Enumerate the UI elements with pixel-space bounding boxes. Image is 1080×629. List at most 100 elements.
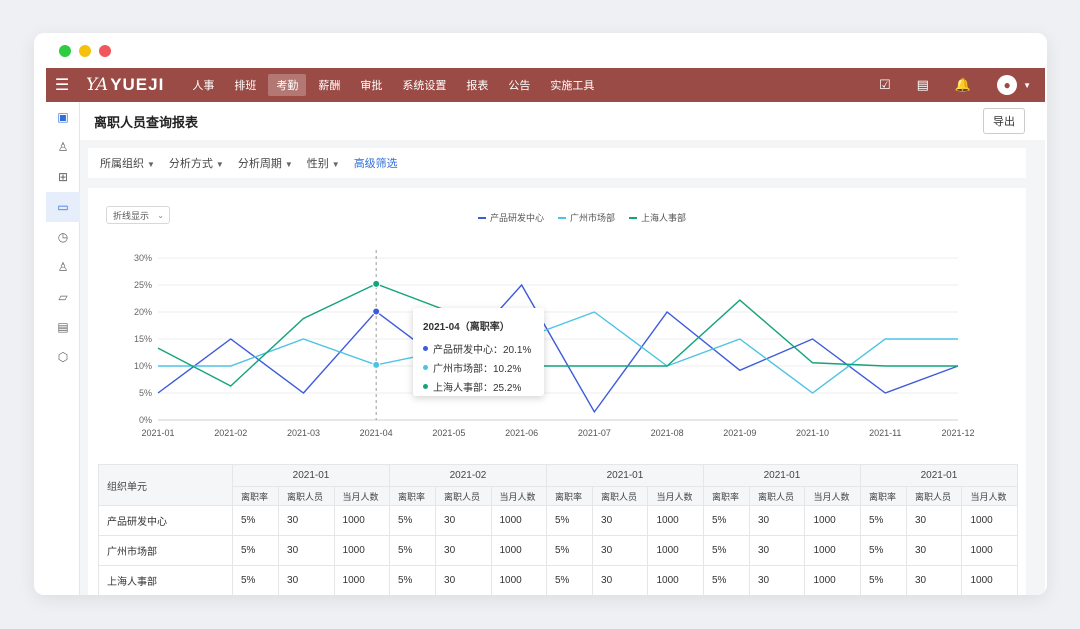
table-subheader: 当月人数: [804, 486, 861, 506]
nav-item[interactable]: 排班: [226, 74, 264, 96]
task-checklist-icon[interactable]: ☑: [879, 77, 891, 93]
table-period-header: 2021-01: [859, 464, 1019, 487]
nav-item[interactable]: 薪酬: [310, 74, 348, 96]
table-header: 组织单元: [98, 464, 233, 506]
tooltip-title: 2021-04（离职率）: [423, 322, 510, 333]
table-cell: 1000: [490, 535, 547, 566]
filter-label: 所属组织: [100, 158, 144, 170]
export-button[interactable]: 导出: [983, 108, 1025, 134]
user-menu[interactable]: ● ▼: [997, 75, 1031, 95]
table-cell: 1000: [961, 565, 1018, 595]
series-line-1: [158, 311, 958, 394]
settings-hexagon-icon[interactable]: ⬡: [46, 342, 80, 372]
nav-item[interactable]: 公告: [500, 74, 538, 96]
app-logo: YA YUEJI: [86, 75, 164, 95]
y-tick-label: 20%: [134, 307, 152, 317]
caret-down-icon: ▼: [215, 160, 224, 169]
filter-bar: 所属组织 ▼ 分析方式 ▼ 分析周期 ▼ 性别 ▼ 高级筛选: [88, 148, 1026, 178]
filter-dropdown[interactable]: 性别 ▼: [307, 155, 340, 171]
app-window: ☰ YA YUEJI 人事 排班 考勤 薪酬 审批 系统设置 报表 公告 实施工具 ☑ ▤ 🔔 …: [34, 33, 1047, 595]
nav-item[interactable]: 人事: [184, 74, 222, 96]
legend-label[interactable]: 广州市场部: [570, 212, 615, 223]
chevron-down-icon: ▼: [1023, 80, 1031, 90]
table-cell: 30: [748, 565, 806, 595]
filter-dropdown[interactable]: 所属组织 ▼: [100, 155, 155, 171]
minimize-button[interactable]: [79, 45, 91, 57]
table-cell: 5%: [388, 535, 437, 566]
person-icon[interactable]: ♙: [46, 132, 80, 162]
data-point[interactable]: [372, 360, 381, 369]
table-subheader: 离职率: [859, 486, 907, 506]
id-card-icon[interactable]: ▤: [46, 312, 80, 342]
chart-card: 折线显示 ⌄ 0% 5% 10% 15% 20% 25% 30% 2021-01 2021-02…: [88, 188, 1026, 595]
advanced-filter-link[interactable]: 高级筛选: [354, 155, 398, 171]
filter-dropdown[interactable]: 分析方式 ▼: [169, 155, 224, 171]
top-navigation-bar: ☰ YA YUEJI 人事 排班 考勤 薪酬 审批 系统设置 报表 公告 实施工具 ☑ ▤ 🔔 …: [46, 68, 1045, 102]
caret-down-icon: ▼: [331, 160, 340, 169]
window-controls: [59, 45, 111, 57]
table-cell: 5%: [388, 505, 437, 536]
notification-bell-icon[interactable]: 🔔: [955, 77, 971, 93]
table-cell: 1000: [333, 535, 390, 566]
briefcase-icon[interactable]: ▭: [46, 192, 80, 222]
nav-item[interactable]: 实施工具: [542, 74, 602, 96]
table-subheader: 离职率: [231, 486, 280, 506]
legend-label[interactable]: 产品研发中心: [490, 212, 544, 223]
nav-item[interactable]: 报表: [458, 74, 496, 96]
legend-marker: [423, 346, 428, 351]
nav-item[interactable]: 考勤: [268, 74, 307, 96]
main-nav: 人事 排班 考勤 薪酬 审批 系统设置 报表 公告 实施工具: [184, 74, 602, 96]
table-cell: 5%: [859, 535, 907, 566]
table-cell: 1000: [490, 565, 547, 595]
nav-item[interactable]: 系统设置: [394, 74, 454, 96]
legend-marker: [423, 365, 428, 370]
table-subheader: 当月人数: [647, 486, 704, 506]
legend-label[interactable]: 上海人事部: [641, 212, 686, 223]
table-subheader: 当月人数: [490, 486, 547, 506]
x-tick-label: 2021-10: [796, 428, 829, 438]
document-icon[interactable]: ▤: [917, 77, 929, 93]
table-cell: 1000: [333, 505, 390, 536]
table-cell: 30: [748, 505, 806, 536]
table-cell: 30: [748, 535, 806, 566]
hamburger-menu-icon[interactable]: ☰: [46, 68, 78, 102]
table-subheader: 当月人数: [961, 486, 1018, 506]
x-tick-label: 2021-06: [505, 428, 538, 438]
table-cell: 30: [278, 505, 335, 536]
close-button[interactable]: [99, 45, 111, 57]
person-settings-icon[interactable]: ♙: [46, 252, 80, 282]
table-cell: 1000: [804, 535, 861, 566]
table-cell: 1000: [647, 505, 704, 536]
y-tick-label: 30%: [134, 253, 152, 263]
table-subheader: 离职率: [545, 486, 594, 506]
x-tick-label: 2021-07: [578, 428, 611, 438]
table-cell: 30: [905, 565, 963, 595]
data-point[interactable]: [372, 279, 381, 288]
filter-label: 性别: [306, 158, 329, 170]
folder-icon[interactable]: ▱: [46, 282, 80, 312]
table-subheader: 离职率: [702, 486, 751, 506]
tooltip-row-text: 产品研发中心：20.1%: [433, 345, 532, 356]
nav-item[interactable]: 审批: [352, 74, 390, 96]
table-cell-unit: 上海人事部: [98, 565, 233, 595]
table-cell: 5%: [545, 565, 594, 595]
table-subheader: 离职人员: [278, 486, 335, 506]
filter-dropdown[interactable]: 分析周期 ▼: [238, 155, 293, 171]
table-cell: 1000: [647, 535, 704, 566]
sidebar: ▣ ♙ ⊞ ▭ ◷ ♙ ▱ ▤ ⬡: [46, 102, 80, 595]
maximize-button[interactable]: [59, 45, 71, 57]
table-cell: 30: [278, 565, 335, 595]
table-cell: 1000: [804, 565, 861, 595]
x-tick-label: 2021-01: [141, 428, 174, 438]
org-chart-icon[interactable]: ⊞: [46, 162, 80, 192]
data-point[interactable]: [372, 307, 381, 316]
y-tick-label: 10%: [134, 361, 152, 371]
table-subheader: 离职率: [388, 486, 437, 506]
y-tick-label: 5%: [139, 388, 152, 398]
table-cell: 1000: [961, 535, 1018, 566]
clock-document-icon[interactable]: ◷: [46, 222, 80, 252]
table-cell: 1000: [804, 505, 861, 536]
profile-card-icon[interactable]: ▣: [46, 102, 80, 132]
line-chart: 0% 5% 10% 15% 20% 25% 30% 2021-01 2021-02 2021-03…: [134, 212, 975, 438]
table-period-header: 2021-02: [388, 464, 547, 487]
